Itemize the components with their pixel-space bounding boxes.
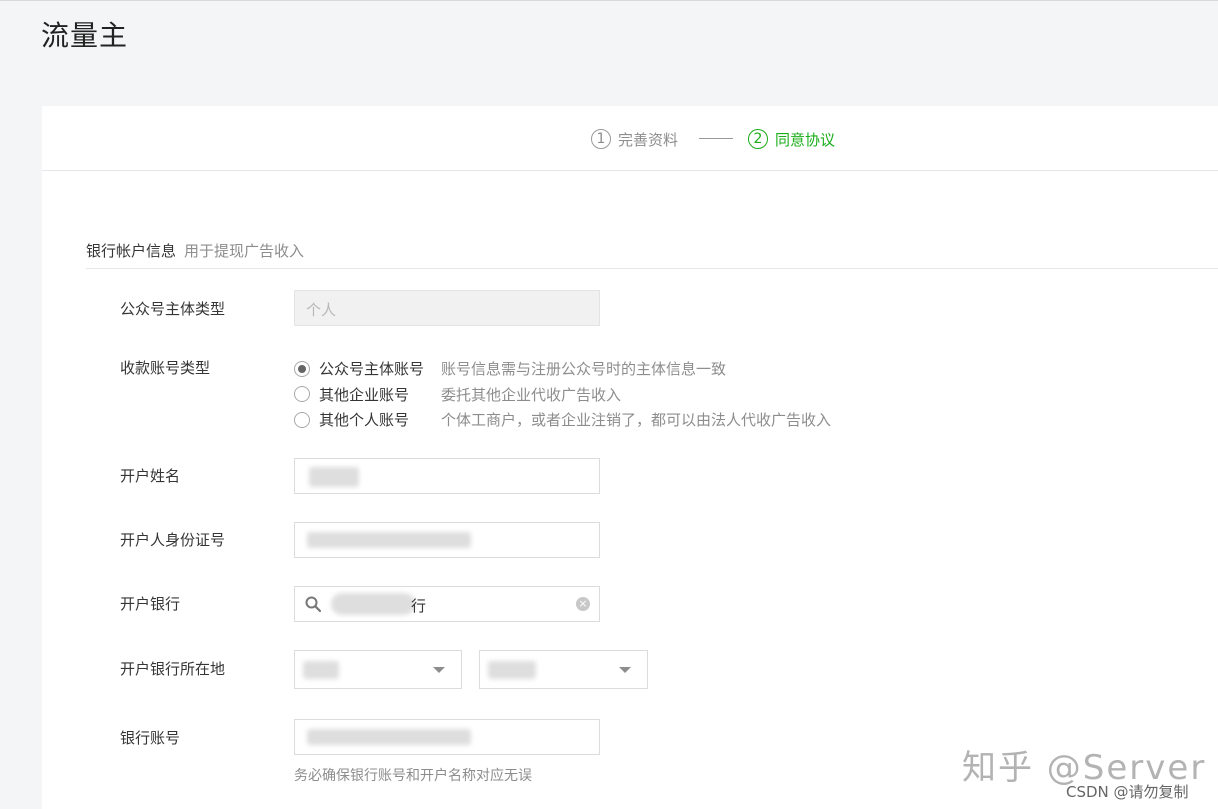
radio-desc: 个体工商户，或者企业注销了，都可以由法人代收广告收入	[441, 411, 832, 430]
account-type-radio-group: 公众号主体账号 账号信息需与注册公众号时的主体信息一致 其他企业账号 委托其他企…	[294, 356, 831, 433]
section-header: 银行帐户信息 用于提现广告收入	[86, 240, 1218, 269]
step-connector	[699, 138, 733, 139]
radio-checked-icon[interactable]	[294, 360, 310, 377]
chevron-down-icon	[433, 667, 445, 673]
search-icon	[305, 596, 322, 613]
entity-type-value: 个人	[306, 301, 337, 319]
step-number-icon: 1	[591, 129, 611, 149]
bank-value-suffix: 行	[411, 597, 427, 615]
account-name-label: 开户姓名	[120, 467, 181, 485]
radio-desc: 账号信息需与注册公众号时的主体信息一致	[441, 360, 727, 379]
step-label: 完善资料	[618, 130, 679, 149]
step-label: 同意协议	[775, 130, 836, 149]
id-number-label: 开户人身份证号	[120, 531, 226, 549]
redacted-text	[303, 661, 339, 679]
radio-desc: 委托其他企业代收广告收入	[441, 385, 622, 404]
step-1: 1 完善资料	[591, 127, 678, 151]
redacted-text	[488, 661, 536, 679]
section-title: 银行帐户信息	[86, 242, 177, 260]
bank-account-input[interactable]	[294, 719, 600, 755]
clear-icon[interactable]: ×	[576, 597, 590, 611]
page-title: 流量主	[41, 19, 129, 52]
section-desc: 用于提现广告收入	[184, 242, 305, 260]
radio-label: 公众号主体账号	[319, 360, 425, 379]
entity-type-field: 个人	[294, 290, 600, 326]
id-number-input[interactable]	[294, 522, 600, 558]
radio-label: 其他企业账号	[319, 385, 410, 404]
bank-account-label: 银行账号	[120, 729, 181, 747]
radio-option-other-personal[interactable]: 其他个人账号 个体工商户，或者企业注销了，都可以由法人代收广告收入	[294, 407, 831, 433]
form-card: 1 完善资料 2 同意协议 银行帐户信息 用于提现广告收入 公众号主体类型 个人 …	[42, 106, 1218, 809]
redacted-text	[307, 729, 471, 745]
radio-option-other-company[interactable]: 其他企业账号 委托其他企业代收广告收入	[294, 382, 831, 408]
province-select[interactable]	[294, 650, 462, 689]
bank-search-input[interactable]: 行 ×	[294, 586, 600, 622]
radio-unchecked-icon[interactable]	[294, 386, 310, 403]
top-border	[0, 0, 1218, 1]
chevron-down-icon	[619, 667, 631, 673]
account-type-label: 收款账号类型	[120, 359, 211, 377]
bank-location-label: 开户银行所在地	[120, 660, 226, 678]
bank-account-hint: 务必确保银行账号和开户名称对应无误	[294, 768, 532, 784]
redacted-text	[309, 467, 359, 487]
radio-unchecked-icon[interactable]	[294, 411, 310, 428]
radio-label: 其他个人账号	[319, 411, 410, 430]
radio-option-entity-account[interactable]: 公众号主体账号 账号信息需与注册公众号时的主体信息一致	[294, 356, 831, 382]
entity-type-label: 公众号主体类型	[120, 300, 226, 318]
step-indicator: 1 完善资料 2 同意协议	[42, 106, 1218, 171]
watermark-sub: CSDN @请勿复制	[1066, 783, 1189, 801]
redacted-text	[331, 593, 415, 615]
bank-label: 开户银行	[120, 595, 181, 613]
account-name-input[interactable]	[294, 458, 600, 494]
step-2: 2 同意协议	[748, 127, 835, 151]
city-select[interactable]	[479, 650, 648, 689]
step-number-icon: 2	[748, 129, 768, 149]
redacted-text	[307, 532, 471, 548]
